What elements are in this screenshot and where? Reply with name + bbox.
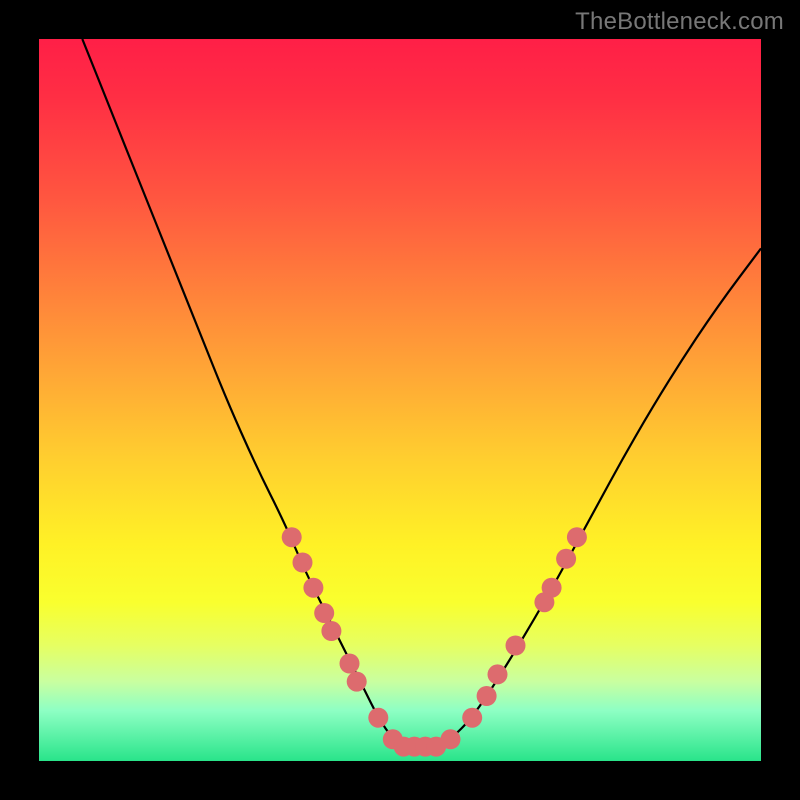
curve-marker (340, 654, 360, 674)
curve-marker (314, 603, 334, 623)
curve-marker (542, 578, 562, 598)
curve-marker (506, 636, 526, 656)
curve-marker (368, 708, 388, 728)
watermark-text: TheBottleneck.com (575, 8, 784, 36)
plot-area (39, 39, 761, 761)
curve-marker (347, 672, 367, 692)
chart-frame: TheBottleneck.com (0, 0, 800, 800)
bottleneck-curve (82, 39, 761, 747)
curve-marker (303, 578, 323, 598)
curve-marker (567, 527, 587, 547)
curve-marker (488, 664, 508, 684)
curve-marker (477, 686, 497, 706)
curve-marker (321, 621, 341, 641)
curve-marker (441, 729, 461, 749)
curve-marker (462, 708, 482, 728)
chart-overlay (39, 39, 761, 761)
curve-marker (556, 549, 576, 569)
marker-group (282, 527, 587, 756)
curve-marker (282, 527, 302, 547)
curve-marker (293, 553, 313, 573)
